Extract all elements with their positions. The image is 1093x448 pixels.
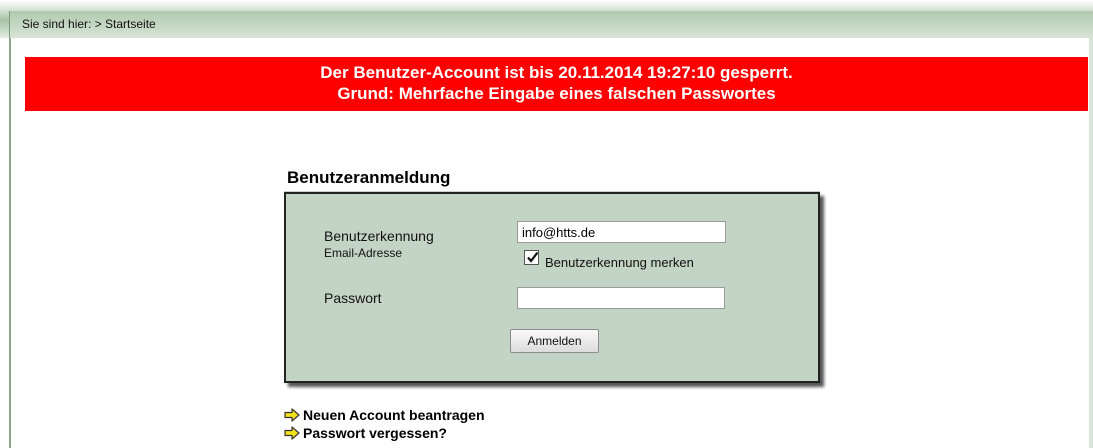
password-label: Passwort: [324, 290, 382, 306]
checkmark-icon: [527, 251, 539, 263]
left-border: [9, 38, 11, 448]
breadcrumb: Sie sind hier: > Startseite: [22, 17, 156, 31]
arrow-right-icon: [284, 426, 300, 440]
password-field[interactable]: [517, 287, 725, 309]
request-account-link[interactable]: Neuen Account beantragen: [284, 407, 485, 423]
right-border: [1089, 38, 1093, 448]
alert-line-2: Grund: Mehrfache Eingabe eines falschen …: [337, 84, 776, 103]
account-locked-alert: Der Benutzer-Account ist bis 20.11.2014 …: [25, 57, 1088, 111]
arrow-right-icon: [284, 408, 300, 422]
breadcrumb-bar: Sie sind hier: > Startseite: [0, 0, 1093, 38]
username-label: Benutzerkennung: [324, 228, 434, 244]
forgot-password-link[interactable]: Passwort vergessen?: [284, 425, 447, 441]
request-account-label: Neuen Account beantragen: [303, 407, 485, 423]
forgot-password-label: Passwort vergessen?: [303, 425, 447, 441]
alert-line-1: Der Benutzer-Account ist bis 20.11.2014 …: [320, 63, 793, 82]
username-field[interactable]: [517, 221, 726, 243]
breadcrumb-background: [9, 11, 1093, 38]
login-button[interactable]: Anmelden: [510, 329, 599, 353]
page: Sie sind hier: > Startseite Der Benutzer…: [0, 0, 1093, 448]
remember-username-label[interactable]: Benutzerkennung merken: [545, 255, 694, 270]
remember-username-checkbox[interactable]: [524, 250, 539, 265]
login-title: Benutzeranmeldung: [287, 168, 451, 187]
username-sublabel: Email-Adresse: [324, 246, 403, 260]
